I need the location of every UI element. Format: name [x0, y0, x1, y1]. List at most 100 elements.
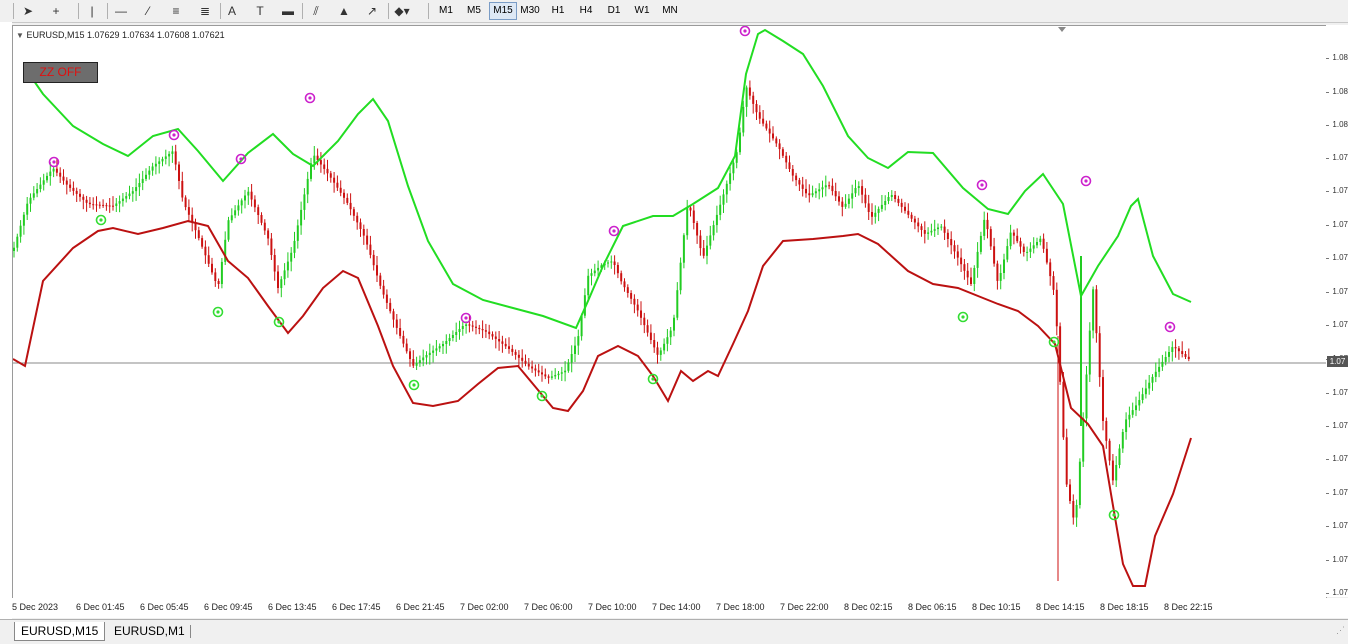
- bear-candle: [471, 325, 474, 327]
- bear-candle: [88, 202, 91, 205]
- bull-candle: [115, 203, 118, 206]
- bull-candle: [1125, 419, 1128, 432]
- bear-candle: [1052, 276, 1055, 290]
- collapse-triangle-icon[interactable]: ▼: [16, 31, 24, 40]
- time-tick-label: 7 Dec 06:00: [524, 602, 573, 612]
- bull-candle: [42, 180, 45, 185]
- time-tick-label: 7 Dec 14:00: [652, 602, 701, 612]
- bull-candle: [422, 357, 425, 361]
- price-tick-label: 1.07: [1332, 588, 1348, 597]
- bear-candle: [478, 327, 481, 330]
- bear-candle: [352, 209, 355, 216]
- channel-icon[interactable]: ⫽: [307, 2, 325, 20]
- bull-candle: [722, 194, 725, 205]
- zigzag-high-dot: [1168, 325, 1172, 329]
- bull-candle: [577, 336, 580, 346]
- bull-candle: [1039, 238, 1042, 242]
- bull-candle: [610, 261, 613, 263]
- timeframe-m1[interactable]: M1: [433, 3, 459, 19]
- bear-candle: [1065, 437, 1068, 485]
- bear-candle: [501, 341, 504, 344]
- price-tick-label: 1.08: [1332, 53, 1348, 62]
- bear-candle: [521, 357, 524, 361]
- triangle-icon[interactable]: ▲: [335, 2, 353, 20]
- bull-candle: [442, 344, 444, 347]
- timeframe-m15[interactable]: M15: [489, 2, 517, 20]
- bear-candle: [1045, 248, 1048, 263]
- toolbar-separator: [107, 3, 108, 19]
- tab-eurusd-m1[interactable]: EURUSD,M1: [108, 622, 191, 640]
- bear-candle: [382, 285, 385, 295]
- bull-candle: [1118, 448, 1121, 465]
- text-label-icon[interactable]: T: [251, 2, 269, 20]
- time-tick-label: 7 Dec 02:00: [460, 602, 509, 612]
- zz-toggle-button[interactable]: ZZ OFF: [23, 62, 98, 83]
- symbol-info-line: ▼ EURUSD,M15 1.07629 1.07634 1.07608 1.0…: [16, 30, 225, 40]
- bull-candle: [597, 267, 600, 271]
- bull-candle: [313, 155, 316, 164]
- bull-candle: [168, 153, 171, 157]
- price-tick-label: 1.07: [1332, 320, 1348, 329]
- fibonacci-retracement-icon[interactable]: ≣: [196, 2, 214, 20]
- timeframe-m5[interactable]: M5: [461, 3, 487, 19]
- chart-area[interactable]: [12, 25, 1327, 599]
- bear-candle: [1187, 356, 1190, 359]
- tab-eurusd-m15[interactable]: EURUSD,M15: [14, 622, 106, 641]
- bull-candle: [940, 226, 943, 228]
- bull-candle: [428, 352, 431, 355]
- bull-candle: [1026, 251, 1029, 253]
- arrow-draw-icon[interactable]: ↗: [363, 2, 381, 20]
- bull-candle: [673, 317, 675, 331]
- bear-candle: [960, 257, 963, 265]
- crosshair-icon[interactable]: +: [47, 2, 65, 20]
- bear-candle: [488, 331, 491, 335]
- timeframe-w1[interactable]: W1: [629, 3, 655, 19]
- bear-candle: [178, 164, 180, 181]
- bear-candle: [85, 199, 88, 203]
- shift-marker-icon: [1058, 27, 1066, 32]
- bear-candle: [343, 192, 345, 198]
- bear-candle: [1012, 232, 1015, 236]
- price-chart[interactable]: [13, 26, 1326, 598]
- bear-candle: [267, 230, 270, 239]
- bull-candle: [851, 193, 854, 199]
- zigzag-high-dot: [172, 133, 176, 137]
- bull-candle: [303, 194, 306, 210]
- horizontal-line-icon[interactable]: —: [112, 2, 130, 20]
- bull-candle: [296, 225, 299, 241]
- bull-candle: [1164, 357, 1167, 362]
- timeframe-h4[interactable]: H4: [573, 3, 599, 19]
- bull-candle: [244, 195, 246, 201]
- bear-candle: [946, 232, 949, 239]
- more-shapes-icon[interactable]: ◆▾: [393, 2, 411, 20]
- bull-candle: [240, 200, 243, 206]
- bull-candle: [145, 174, 147, 179]
- price-scale[interactable]: 1.08 1.08 1.08 1.07 1.07 1.07 1.07 1.07 1.07 1.07…: [1326, 25, 1348, 597]
- vertical-line-icon[interactable]: |: [83, 2, 101, 20]
- bull-candle: [587, 275, 590, 296]
- trend-line-icon[interactable]: ⁄: [139, 2, 157, 20]
- bear-candle: [468, 324, 471, 326]
- price-tick: [1326, 593, 1329, 594]
- text-icon[interactable]: A: [223, 2, 241, 20]
- bear-candle: [75, 190, 78, 194]
- timeframe-m30[interactable]: M30: [517, 3, 543, 19]
- timeframe-mn[interactable]: MN: [657, 3, 683, 19]
- price-tick: [1326, 225, 1329, 226]
- resize-grip-icon[interactable]: ⋰: [1336, 625, 1345, 637]
- price-tick: [1326, 158, 1329, 159]
- timeframe-h1[interactable]: H1: [545, 3, 571, 19]
- time-tick-label: 6 Dec 17:45: [332, 602, 381, 612]
- bull-candle: [560, 372, 563, 374]
- fibonacci-fan-icon[interactable]: ≡: [167, 2, 185, 20]
- time-tick-label: 8 Dec 02:15: [844, 602, 893, 612]
- bear-candle: [956, 251, 959, 258]
- cursor-icon[interactable]: ➤: [19, 2, 37, 20]
- bull-candle: [230, 215, 233, 221]
- timeframe-d1[interactable]: D1: [601, 3, 627, 19]
- price-tick-label: 1.07: [1332, 253, 1348, 262]
- bull-candle: [438, 346, 441, 349]
- rectangle-icon[interactable]: ▬: [279, 2, 297, 20]
- zigzag-high-dot: [239, 157, 243, 161]
- bear-candle: [1049, 262, 1052, 277]
